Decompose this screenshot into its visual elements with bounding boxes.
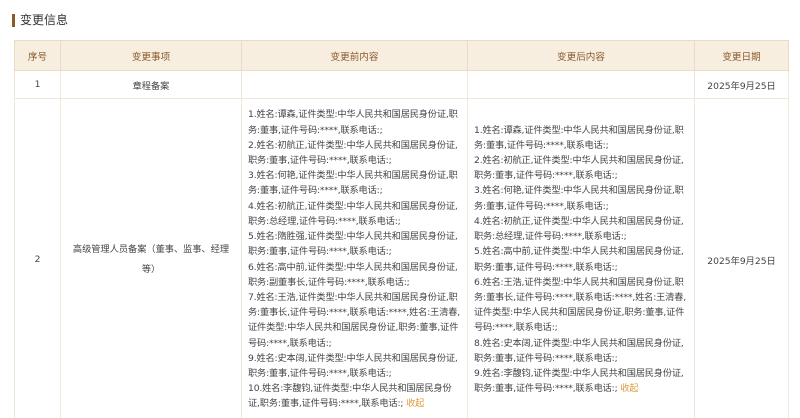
after-content: 1.姓名:谭森,证件类型:中华人民共和国居民身份证,职务:董事,证件号码:***… [468,123,694,397]
change-entry: 1.姓名:谭森,证件类型:中华人民共和国居民身份证,职务:董事,证件号码:***… [474,124,684,151]
change-entry: 9.姓名:史本阔,证件类型:中华人民共和国居民身份证,职务:董事,证件号码:**… [248,352,458,379]
change-entry: 9.姓名:李馥钧,证件类型:中华人民共和国居民身份证,职务:董事,证件号码:**… [474,367,684,395]
change-entry: 8.姓名:史本阔,证件类型:中华人民共和国居民身份证,职务:董事,证件号码:**… [474,337,684,364]
change-entry: 10.姓名:李馥钧,证件类型:中华人民共和国居民身份证,职务:董事,证件号码:*… [248,383,452,410]
change-entry: 3.姓名:何艳,证件类型:中华人民共和国居民身份证,职务:董事,证件号码:***… [248,170,458,197]
change-entry: 6.姓名:高中前,证件类型:中华人民共和国居民身份证,职务:副董事长,证件号码:… [248,261,458,288]
table-row: 2 高级管理人员备案（董事、监事、经理等） 1.姓名:谭森,证件类型:中华人民共… [14,98,789,418]
change-entry: 5.姓名:隋胜强,证件类型:中华人民共和国居民身份证,职务:董事,证件号码:**… [248,231,458,258]
collapse-link[interactable]: 收起 [403,398,424,409]
cell-item: 章程备案 [60,70,242,99]
change-entry: 4.姓名:初航正,证件类型:中华人民共和国居民身份证,职务:总经理,证件号码:*… [248,200,458,227]
change-entry: 5.姓名:高中前,证件类型:中华人民共和国居民身份证,职务:董事,证件号码:**… [474,246,684,273]
cell-item: 高级管理人员备案（董事、监事、经理等） [60,98,242,418]
collapse-link[interactable]: 收起 [618,383,638,394]
change-entry: 4.姓名:初航正,证件类型:中华人民共和国居民身份证,职务:总经理,证件号码:*… [474,215,684,243]
cell-seq: 1 [14,70,61,99]
cell-before [241,70,468,99]
section-title: 变更信息 [20,13,69,27]
change-entry: 1.姓名:谭森,证件类型:中华人民共和国居民身份证,职务:董事,证件号码:***… [248,109,458,136]
cell-item-text: 高级管理人员备案（董事、监事、经理等） [72,243,230,275]
cell-after: 1.姓名:谭森,证件类型:中华人民共和国居民身份证,职务:董事,证件号码:***… [467,98,695,418]
header-seq: 序号 [14,40,61,71]
table-row: 1 章程备案 2025年9月25日 [14,70,789,99]
change-info-table: 序号 变更事项 变更前内容 变更后内容 变更日期 1 章程备案 2025年9月2… [14,40,789,418]
change-entry: 7.姓名:王浩,证件类型:中华人民共和国居民身份证,职务:董事长,证件号码:**… [248,291,461,349]
section-header: 变更信息 [12,13,68,27]
change-entry: 3.姓名:何艳,证件类型:中华人民共和国居民身份证,职务:董事,证件号码:***… [474,185,684,212]
before-content: 1.姓名:谭森,证件类型:中华人民共和国居民身份证,职务:董事,证件号码:***… [242,107,467,411]
cell-date: 2025年9月25日 [694,70,789,99]
cell-before: 1.姓名:谭森,证件类型:中华人民共和国居民身份证,职务:董事,证件号码:***… [241,98,468,418]
header-after: 变更后内容 [467,40,695,71]
change-entry: 2.姓名:初航正,证件类型:中华人民共和国居民身份证,职务:董事,证件号码:**… [248,139,458,167]
cell-after [467,70,695,99]
change-entry: 2.姓名:初航正,证件类型:中华人民共和国居民身份证,职务:董事,证件号码:**… [474,155,684,182]
header-item: 变更事项 [60,40,242,71]
section-title-bar [12,13,15,27]
change-entry: 6.姓名:王浩,证件类型:中华人民共和国居民身份证,职务:董事长,证件号码:**… [474,276,687,334]
cell-seq: 2 [14,98,61,418]
cell-date: 2025年9月25日 [694,98,789,418]
header-date: 变更日期 [694,40,789,71]
header-before: 变更前内容 [241,40,468,71]
table-header-row: 序号 变更事项 变更前内容 变更后内容 变更日期 [14,40,789,71]
